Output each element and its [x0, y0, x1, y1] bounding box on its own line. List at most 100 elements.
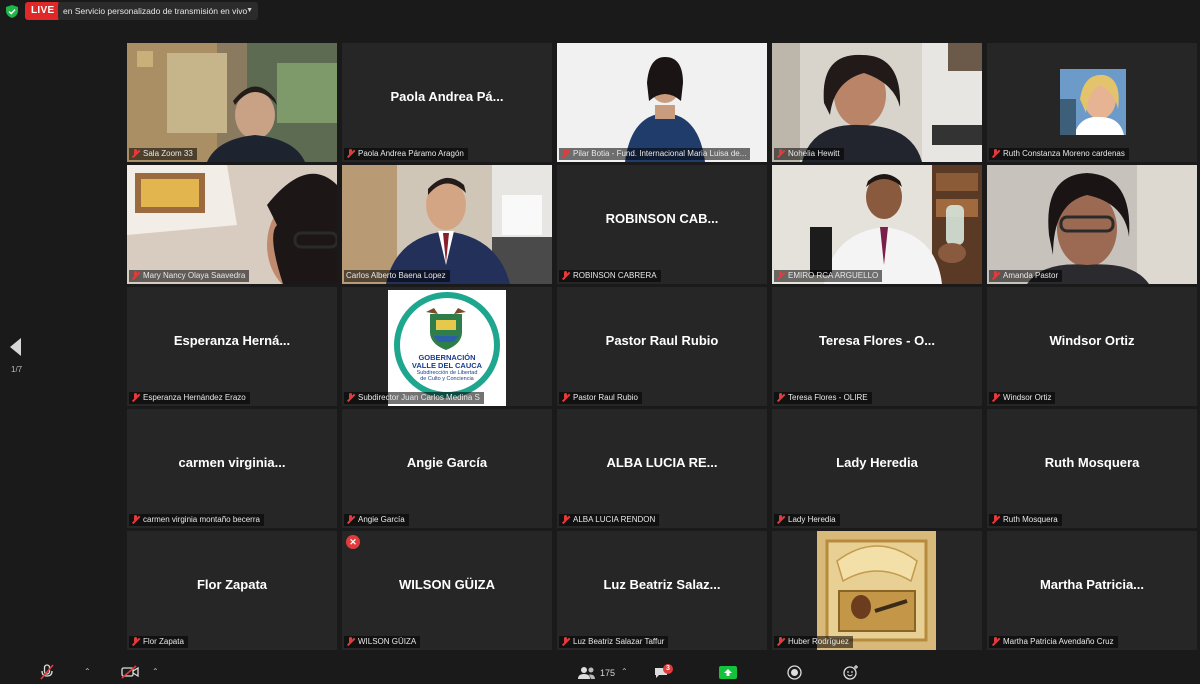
- participant-name-label: Paola Andrea Páramo Aragón: [344, 148, 468, 160]
- participant-tile[interactable]: Mary Nancy Olaya Saavedra: [127, 165, 337, 284]
- mic-muted-icon: [561, 637, 570, 647]
- participant-video: [557, 43, 767, 162]
- participant-video: [772, 165, 982, 284]
- stream-service-dropdown[interactable]: en Servicio personalizado de transmisión…: [58, 2, 258, 20]
- mic-muted-icon: [991, 393, 1000, 403]
- participant-tile[interactable]: Amanda Pastor: [987, 165, 1197, 284]
- participant-tile[interactable]: GOBERNACIÓN VALLE DEL CAUCA Subdirección…: [342, 287, 552, 406]
- participant-name-label: Carlos Alberto Baena Lopez: [344, 270, 450, 282]
- share-screen-icon[interactable]: [719, 666, 737, 679]
- participant-display-name: Pastor Raul Rubio: [605, 333, 719, 348]
- video-off-icon[interactable]: [121, 665, 139, 679]
- mic-muted-icon: [131, 271, 140, 281]
- mic-muted-icon: [561, 515, 570, 525]
- participant-tile[interactable]: Ruth Constanza Moreno cardenas: [987, 43, 1197, 162]
- page-indicator: 1/7: [11, 365, 23, 374]
- mic-muted-icon: [131, 637, 140, 647]
- live-badge[interactable]: LIVE: [25, 2, 61, 20]
- participant-tile-active-speaker[interactable]: Carlos Alberto Baena Lopez: [342, 165, 552, 284]
- participant-video: [772, 43, 982, 162]
- participant-tile[interactable]: Paola Andrea Pá... Paola Andrea Páramo A…: [342, 43, 552, 162]
- participant-name-label: Sala Zoom 33: [129, 148, 197, 160]
- participants-options-chevron-icon[interactable]: ⌃: [621, 667, 628, 676]
- participant-tile[interactable]: ✕ WILSON GÜIZA WILSON GÜIZA: [342, 531, 552, 650]
- mic-muted-icon: [991, 149, 1000, 159]
- audio-options-chevron-icon[interactable]: ⌃: [84, 667, 91, 676]
- participants-icon: [578, 667, 595, 679]
- mic-muted-icon: [346, 515, 355, 525]
- mic-muted-icon: [776, 637, 785, 647]
- mic-muted-icon: [346, 637, 355, 647]
- participant-display-name: Ruth Mosquera: [1044, 455, 1140, 470]
- chevron-down-icon: ▼: [246, 7, 253, 14]
- shield-icon[interactable]: [6, 5, 18, 18]
- logo-text: GOBERNACIÓN VALLE DEL CAUCA Subdirección…: [411, 353, 483, 383]
- mic-muted-icon: [346, 393, 355, 403]
- participant-name-label: Lady Heredia: [774, 514, 840, 526]
- reactions-icon[interactable]: [843, 665, 859, 680]
- participant-display-name: Esperanza Herná...: [173, 333, 291, 348]
- participant-tile[interactable]: Pastor Raul Rubio Pastor Raul Rubio: [557, 287, 767, 406]
- gallery-grid: Sala Zoom 33 Paola Andrea Pá... Paola An…: [127, 43, 1198, 652]
- mic-muted-icon: [131, 149, 140, 159]
- video-options-chevron-icon[interactable]: ⌃: [152, 667, 159, 676]
- participant-name-label: Teresa Flores - OLIRE: [774, 392, 872, 404]
- participant-display-name: Teresa Flores - O...: [818, 333, 936, 348]
- participant-picture: [817, 531, 936, 650]
- participant-display-name: carmen virginia...: [178, 455, 286, 470]
- participant-display-name: Luz Beatriz Salaz...: [603, 577, 721, 592]
- participant-tile[interactable]: ALBA LUCIA RE... ALBA LUCIA RENDON: [557, 409, 767, 528]
- participant-tile[interactable]: ROBINSON CAB... ROBINSON CABRERA: [557, 165, 767, 284]
- participant-name-label: Esperanza Hernández Erazo: [129, 392, 250, 404]
- participant-tile[interactable]: Flor Zapata Flor Zapata: [127, 531, 337, 650]
- mic-muted-icon: [991, 637, 1000, 647]
- participant-name-label: carmen virginia montaño becerra: [129, 514, 264, 526]
- video-error-icon: ✕: [346, 535, 360, 549]
- participant-display-name: ALBA LUCIA RE...: [606, 455, 718, 470]
- participant-tile[interactable]: carmen virginia... carmen virginia monta…: [127, 409, 337, 528]
- participant-tile[interactable]: Lady Heredia Lady Heredia: [772, 409, 982, 528]
- participant-tile[interactable]: Windsor Ortiz Windsor Ortiz: [987, 287, 1197, 406]
- participant-tile[interactable]: Teresa Flores - O... Teresa Flores - OLI…: [772, 287, 982, 406]
- mic-muted-icon: [346, 149, 355, 159]
- mic-muted-icon: [776, 515, 785, 525]
- participant-name-label: WILSON GÜIZA: [344, 636, 421, 648]
- participant-tile[interactable]: Huber Rodríguez: [772, 531, 982, 650]
- participant-tile[interactable]: Nohelia Hewitt: [772, 43, 982, 162]
- participant-tile[interactable]: Martha Patricia... Martha Patricia Avend…: [987, 531, 1197, 650]
- participant-tile[interactable]: Luz Beatriz Salaz... Luz Beatriz Salazar…: [557, 531, 767, 650]
- participant-name-label: Angie García: [344, 514, 409, 526]
- participant-video: [127, 165, 337, 284]
- meeting-top-bar: LIVE en Servicio personalizado de transm…: [0, 0, 1200, 24]
- prev-page-icon[interactable]: [10, 338, 21, 356]
- participant-tile[interactable]: Pilar Botia - Fund. Internacional Maria …: [557, 43, 767, 162]
- mic-muted-icon: [131, 515, 140, 525]
- participant-display-name: WILSON GÜIZA: [398, 577, 496, 592]
- participant-name-label: ROBINSON CABRERA: [559, 270, 661, 282]
- participant-tile[interactable]: Sala Zoom 33: [127, 43, 337, 162]
- participant-video: [127, 43, 337, 162]
- participants-count: 175: [600, 668, 616, 678]
- mic-muted-icon: [561, 271, 570, 281]
- participant-name-label: Amanda Pastor: [989, 270, 1063, 282]
- coat-of-arms-icon: [426, 308, 466, 350]
- participant-avatar: [1060, 69, 1126, 135]
- mic-muted-icon: [561, 149, 570, 159]
- mic-muted-icon: [776, 271, 785, 281]
- participant-name-label: Pastor Raul Rubio: [559, 392, 642, 404]
- participant-tile[interactable]: EMIRO RCA ARGUELLO: [772, 165, 982, 284]
- participant-tile[interactable]: Ruth Mosquera Ruth Mosquera: [987, 409, 1197, 528]
- participant-name-label: Ruth Constanza Moreno cardenas: [989, 148, 1129, 160]
- participant-tile[interactable]: Esperanza Herná... Esperanza Hernández E…: [127, 287, 337, 406]
- participant-display-name: Flor Zapata: [196, 577, 268, 592]
- participant-name-label: Ruth Mosquera: [989, 514, 1062, 526]
- participant-name-label: Windsor Ortiz: [989, 392, 1056, 404]
- record-icon[interactable]: [787, 665, 802, 680]
- mic-muted-icon[interactable]: [40, 664, 54, 680]
- participant-name-label: ALBA LUCIA RENDON: [559, 514, 660, 526]
- participant-display-name: Angie García: [406, 455, 488, 470]
- mic-muted-icon: [991, 271, 1000, 281]
- participant-name-label: Nohelia Hewitt: [774, 148, 844, 160]
- participant-display-name: Martha Patricia...: [1039, 577, 1145, 592]
- participant-tile[interactable]: Angie García Angie García: [342, 409, 552, 528]
